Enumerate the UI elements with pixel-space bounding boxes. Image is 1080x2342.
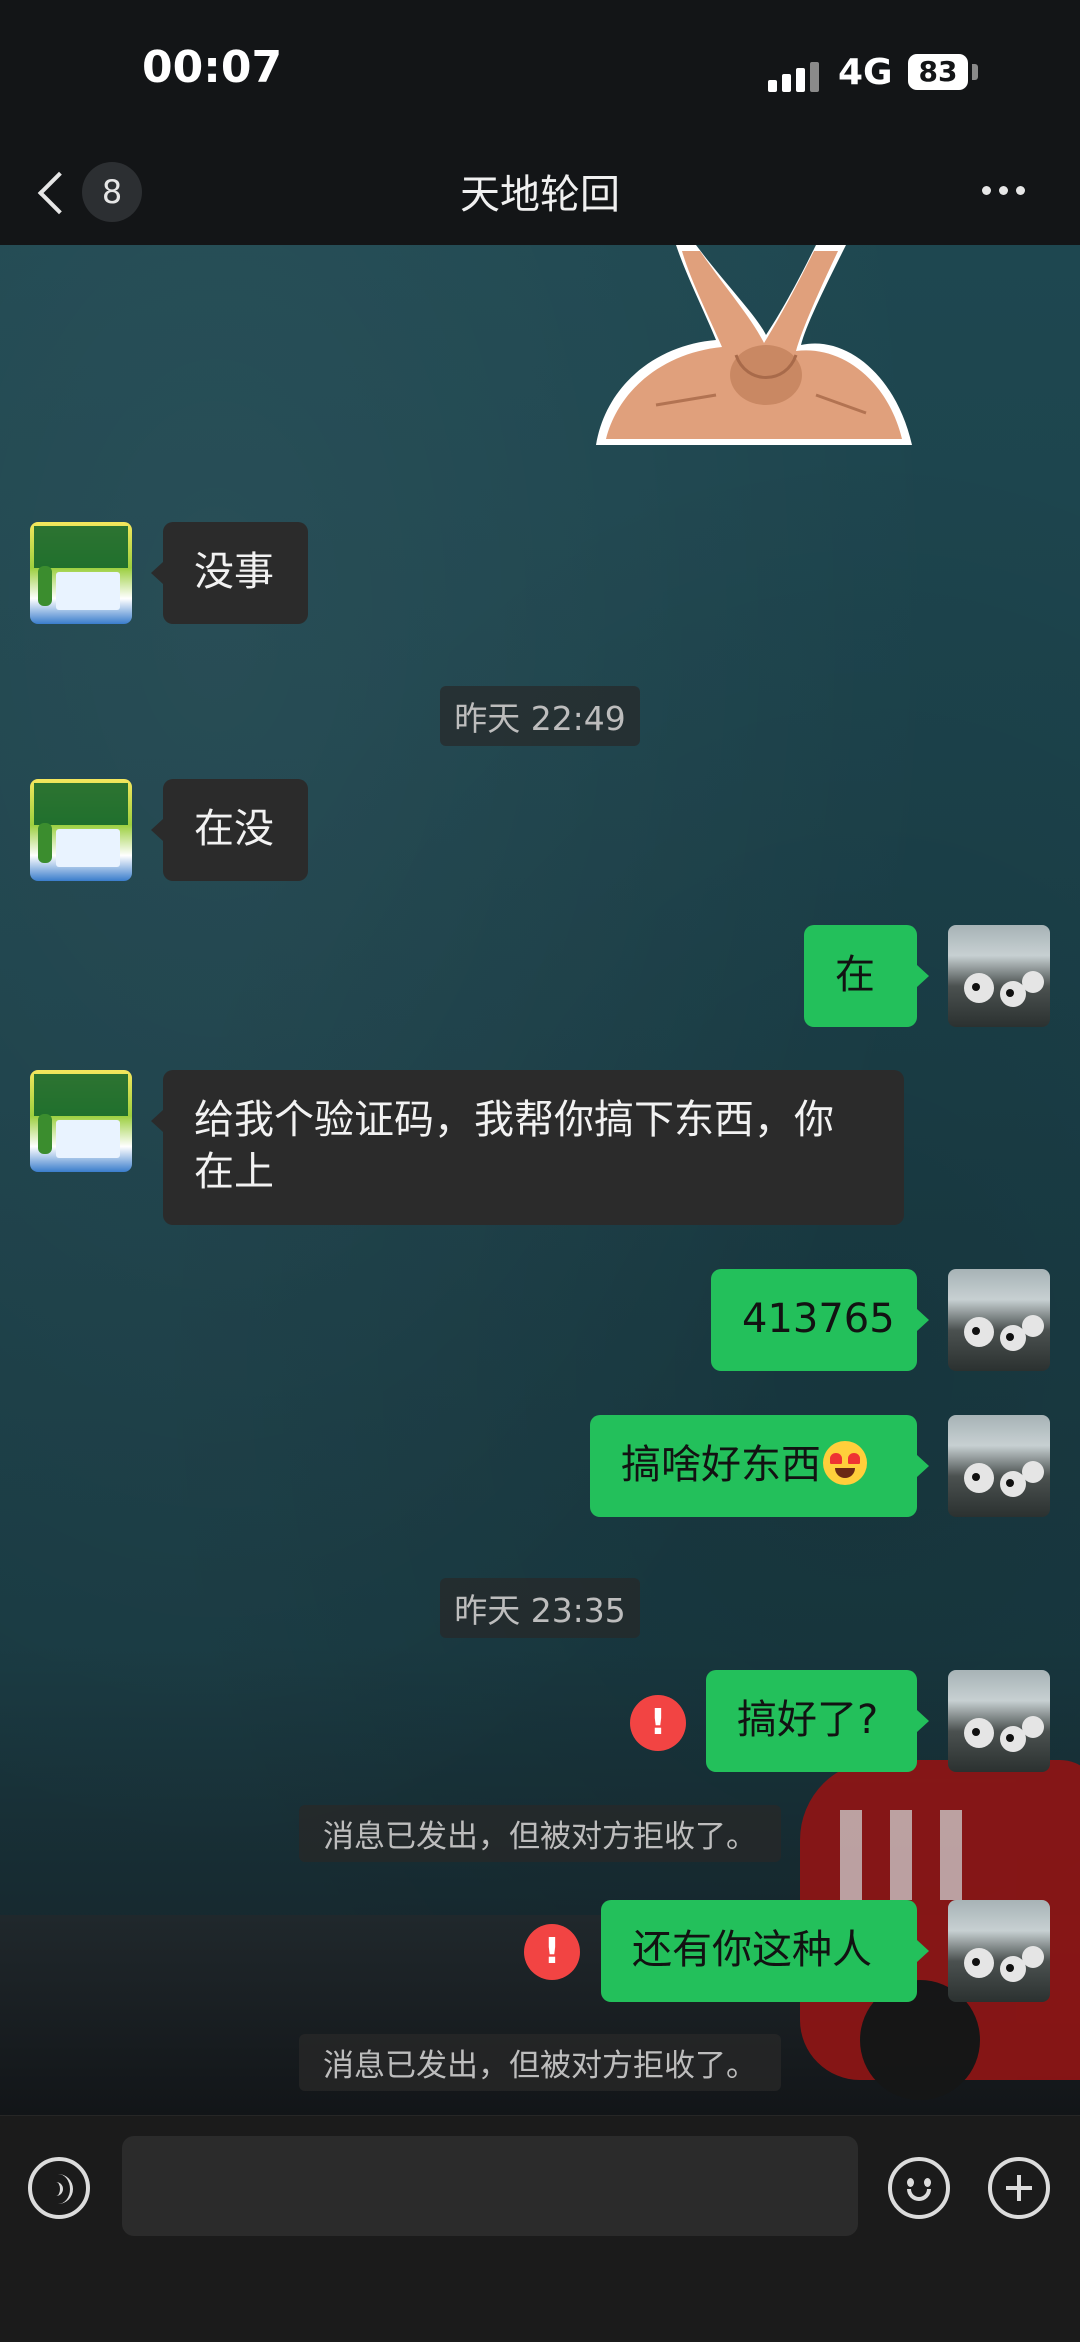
- bubble-tail: [917, 965, 929, 987]
- battery-tip: [972, 64, 978, 80]
- my-avatar[interactable]: [948, 1415, 1050, 1517]
- heart-eyes-emoji: [823, 1441, 867, 1485]
- sent-message-bubble[interactable]: 在: [804, 925, 917, 1027]
- contact-avatar[interactable]: [30, 522, 132, 624]
- rejected-notice-text: 消息已发出，但被对方拒收了。: [299, 1805, 781, 1862]
- rejected-notice-text: 消息已发出，但被对方拒收了。: [299, 2034, 781, 2091]
- contact-avatar[interactable]: [30, 779, 132, 881]
- sent-message-bubble[interactable]: 搞啥好东西: [590, 1415, 917, 1517]
- rejected-notice: 消息已发出，但被对方拒收了。: [0, 2034, 1080, 2091]
- timestamp-text: 昨天 23:35: [440, 1578, 640, 1638]
- contact-avatar[interactable]: [30, 1070, 132, 1172]
- more-dots-icon[interactable]: [982, 180, 1032, 200]
- message-input[interactable]: [122, 2136, 858, 2236]
- network-type: 4G: [838, 52, 893, 93]
- message-text: 搞啥好东西: [621, 1442, 821, 1488]
- error-icon[interactable]: !: [630, 1695, 686, 1751]
- sent-message-bubble[interactable]: 413765: [711, 1269, 917, 1371]
- input-bar: [0, 2115, 1080, 2342]
- my-avatar[interactable]: [948, 1900, 1050, 2002]
- bubble-tail: [917, 1940, 929, 1962]
- received-message-bubble[interactable]: 在没: [163, 779, 308, 881]
- rejected-notice: 消息已发出，但被对方拒收了。: [0, 1805, 1080, 1862]
- bubble-tail: [917, 1455, 929, 1477]
- emoji-icon[interactable]: [888, 2157, 950, 2219]
- sent-message-bubble[interactable]: 还有你这种人: [601, 1900, 917, 2002]
- bubble-tail: [917, 1710, 929, 1732]
- message-timestamp: 昨天 22:49: [0, 686, 1080, 746]
- my-avatar[interactable]: [948, 1670, 1050, 1772]
- plus-icon[interactable]: [988, 2157, 1050, 2219]
- my-avatar[interactable]: [948, 925, 1050, 1027]
- sent-message-bubble[interactable]: 搞好了?: [706, 1670, 917, 1772]
- received-message-bubble[interactable]: 给我个验证码，我帮你搞下东西，你在上: [163, 1070, 904, 1225]
- received-message-bubble[interactable]: 没事: [163, 522, 308, 624]
- error-icon[interactable]: !: [524, 1924, 580, 1980]
- my-avatar[interactable]: [948, 1269, 1050, 1371]
- signal-icon: [768, 56, 822, 92]
- battery-icon: 83: [908, 54, 968, 90]
- bubble-tail: [917, 1309, 929, 1331]
- timestamp-text: 昨天 22:49: [440, 686, 640, 746]
- message-timestamp: 昨天 23:35: [0, 1578, 1080, 1638]
- status-time: 00:07: [142, 42, 283, 93]
- status-bar: 00:07 4G 83: [0, 0, 1080, 140]
- bubble-tail: [151, 1110, 163, 1132]
- praying-hands-sticker[interactable]: [596, 245, 914, 450]
- chat-title: 天地轮回: [460, 172, 620, 218]
- voice-icon[interactable]: [28, 2157, 90, 2219]
- bubble-tail: [151, 562, 163, 584]
- chat-header: 8 天地轮回: [0, 140, 1080, 245]
- bubble-tail: [151, 819, 163, 841]
